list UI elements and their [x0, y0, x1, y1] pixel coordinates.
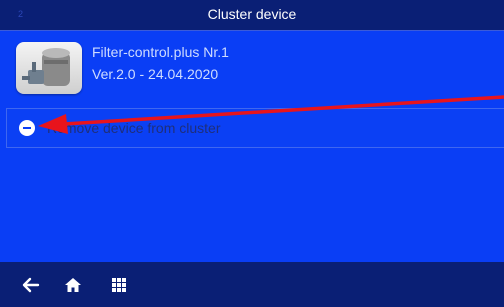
device-name: Filter-control.plus Nr.1: [92, 44, 229, 60]
device-info: Filter-control.plus Nr.1 Ver.2.0 - 24.04…: [16, 40, 496, 96]
title-bar: 2 Cluster device: [0, 0, 504, 31]
minus-circle-icon: [19, 120, 35, 136]
grid-menu-icon[interactable]: [108, 274, 130, 296]
footer-bar: [0, 262, 504, 307]
remove-device-button[interactable]: Remove device from cluster: [6, 108, 504, 148]
back-arrow-icon[interactable]: [20, 274, 42, 296]
device-version: Ver.2.0 - 24.04.2020: [92, 66, 219, 82]
home-icon[interactable]: [62, 274, 84, 296]
page-title: Cluster device: [207, 6, 297, 22]
remove-device-label: Remove device from cluster: [47, 120, 221, 136]
filter-pump-icon: [16, 42, 82, 94]
